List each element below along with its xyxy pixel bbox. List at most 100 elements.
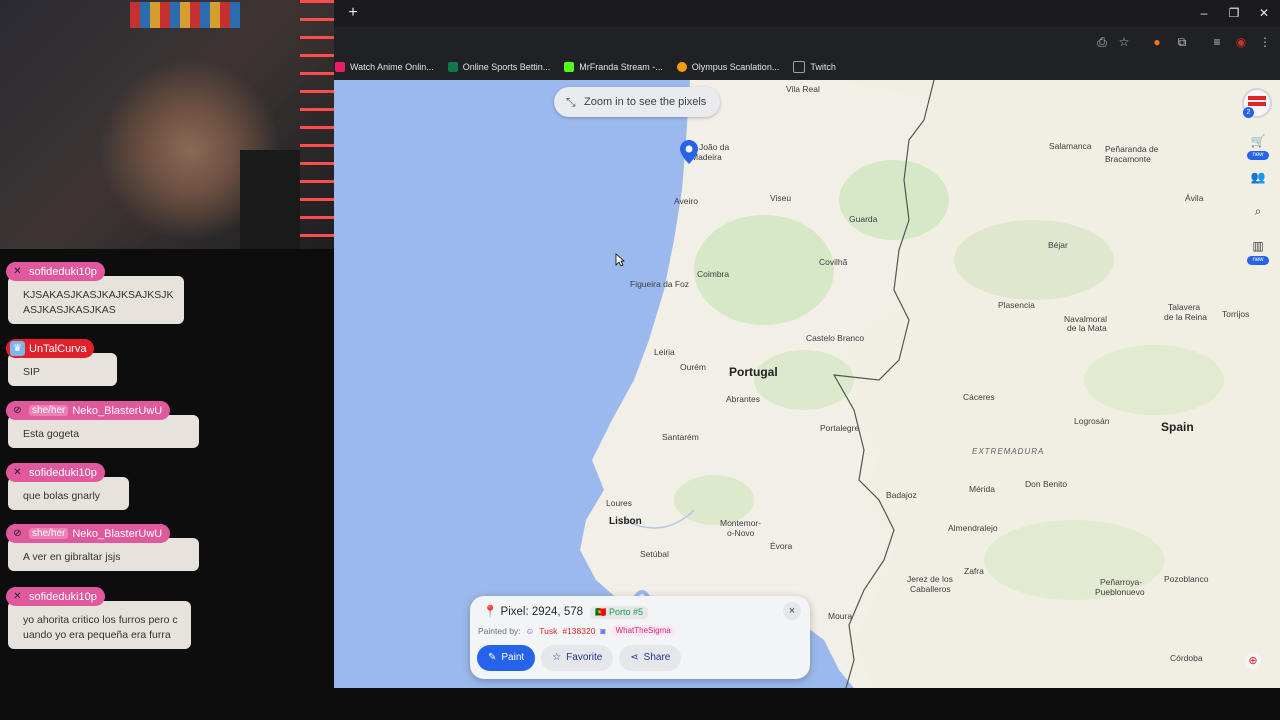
map-label: Salamanca (1049, 141, 1092, 151)
map-label: Logrosán (1074, 416, 1110, 426)
world-map[interactable]: Vila Real João da Madeira Salamanca Peña… (334, 80, 1280, 688)
map-label: Pueblonuevo (1095, 587, 1145, 597)
avatar-flag-stripe (1248, 102, 1266, 106)
discord-icon: ◙ (600, 625, 606, 636)
panel-actions: ✎ Paint ☆ Favorite ⋖ Share (477, 645, 682, 671)
location-pin-icon[interactable] (680, 140, 698, 164)
chat-message: ⊘ she/her Neko_BlasterUwU A ver en gibralt… (6, 523, 199, 571)
favorite-button[interactable]: ☆ Favorite (541, 645, 614, 671)
map-label: Portalegre (820, 423, 860, 433)
map-label: Plasencia (998, 300, 1035, 310)
painter-name[interactable]: Tusk (539, 626, 557, 636)
chat-username: ⊘ she/her Neko_BlasterUwU (6, 401, 171, 420)
new-badge: new (1247, 151, 1269, 160)
region-chip[interactable]: 🇵🇹 Porto #5 (590, 606, 648, 619)
map-label: Peñaranda de (1105, 144, 1159, 154)
avatar-flag-icon (1248, 96, 1266, 100)
zoom-hint-banner: ⤡ Zoom in to see the pixels (554, 87, 721, 117)
crown-badge-icon: ♛ (10, 341, 25, 356)
map-label: de la Mata (1067, 323, 1107, 333)
install-app-icon[interactable]: ⎙ (1094, 34, 1110, 50)
bookmark-favicon-icon (447, 62, 458, 72)
chat-username: ♛ UnTalCurva (6, 339, 95, 358)
map-label: Ávila (1185, 193, 1204, 203)
map-label: Béjar (1048, 240, 1068, 250)
webcam-overlay (0, 0, 334, 249)
pixel-info-panel: 📍 Pixel: 2924, 578 🇵🇹 Porto #5 × Painted… (470, 596, 810, 679)
bookmark-item[interactable]: MrFranda Stream -... (564, 62, 663, 72)
extensions-puzzle-icon[interactable]: ⧉ (1174, 34, 1190, 50)
bookmark-item[interactable]: Olympus Scanlation... (676, 62, 779, 72)
map-label: Torrijos (1222, 309, 1250, 319)
shop-cart-icon[interactable]: 🛒 (1249, 134, 1267, 148)
close-window-button[interactable]: ✕ (1254, 5, 1274, 21)
bookmark-star-icon[interactable]: ☆ (1116, 34, 1132, 50)
map-label: Córdoba (1170, 653, 1203, 663)
map-label: Almendralejo (948, 523, 998, 533)
map-label: Peñarroya- (1100, 577, 1143, 587)
locate-me-icon[interactable]: ⊕ (1245, 653, 1261, 669)
map-label: Viseu (770, 193, 792, 203)
map-label: Ourém (680, 362, 706, 372)
map-label: Santarém (662, 432, 699, 442)
new-badge: new (1247, 256, 1269, 265)
extension-icon[interactable]: ● (1149, 34, 1165, 50)
map-label: Covilhã (819, 257, 848, 267)
chat-message: ♛ UnTalCurva SIP (6, 338, 117, 386)
paint-button[interactable]: ✎ Paint (477, 645, 536, 671)
painter-avatar-icon: ☺ (525, 625, 535, 636)
bookmark-item[interactable]: Watch Anime Onlin... (335, 62, 434, 72)
map-label: Moura (828, 611, 853, 621)
restore-button[interactable]: ❐ (1224, 5, 1244, 21)
bookmark-item[interactable]: Online Sports Bettin... (447, 62, 550, 72)
chat-username: ✕ sofideduki10p (6, 587, 105, 606)
no-eye-badge-icon: ⊘ (13, 405, 22, 416)
map-label: Évora (770, 541, 793, 551)
chat-message: ⊘ she/her Neko_BlasterUwU Esta gogeta (6, 400, 199, 448)
close-panel-button[interactable]: × (783, 602, 801, 620)
map-label: Mérida (969, 484, 995, 494)
search-location-icon[interactable]: ⌕ (1249, 204, 1267, 218)
brush-icon: ✎ (488, 652, 497, 663)
profile-avatar-icon[interactable]: ◉ (1233, 34, 1249, 50)
shelf-collectibles (130, 2, 240, 28)
new-tab-button[interactable]: + (345, 4, 361, 22)
group-users-icon[interactable]: 👥 (1249, 170, 1267, 184)
string-lights (300, 0, 334, 249)
map-city-label: Lisbon (609, 516, 642, 527)
reading-list-icon[interactable]: ≡ (1209, 34, 1225, 50)
share-button[interactable]: ⋖ Share (619, 645, 682, 671)
gaming-chair (240, 150, 300, 249)
alliance-chip[interactable]: WhatTheSigma (610, 625, 676, 636)
map-label: Badajoz (886, 490, 917, 500)
map-country-label: Portugal (729, 365, 778, 379)
zoom-in-icon: ⤡ (566, 95, 576, 109)
chat-message: ✕ sofideduki10p KJSAKASJKASJKAJKSAJKSJKAS… (6, 261, 184, 324)
map-label: Caballeros (910, 584, 951, 594)
bookmark-favicon-icon (564, 62, 575, 72)
map-label: Cáceres (963, 392, 995, 402)
map-label: o-Novo (727, 528, 755, 538)
map-label: Leiria (654, 347, 675, 357)
map-label: Bracamonte (1105, 154, 1151, 164)
browser-menu-icon[interactable]: ⋮ (1257, 34, 1273, 50)
bookmarks-bar: Watch Anime Onlin... Online Sports Betti… (335, 58, 836, 76)
map-label: Figueira da Foz (630, 279, 690, 289)
portugal-flag-icon: 🇵🇹 (595, 607, 607, 617)
bookmark-item[interactable]: Twitch (793, 61, 836, 73)
folder-icon (793, 61, 806, 73)
bookmark-favicon-icon (676, 62, 687, 72)
chat-username: ✕ sofideduki10p (6, 463, 105, 482)
mouse-cursor-icon (615, 253, 625, 267)
map-label: João da (699, 142, 730, 152)
leaderboard-icon[interactable]: ▥ (1249, 239, 1267, 253)
bookmark-favicon-icon (335, 62, 345, 72)
map-label: Guarda (849, 214, 878, 224)
minimize-button[interactable]: – (1194, 5, 1214, 21)
share-icon: ⋖ (630, 652, 639, 663)
map-label: Coimbra (697, 269, 730, 279)
notification-count-badge: 2 (1243, 107, 1254, 118)
taskbar-strip (0, 688, 1280, 720)
map-country-label: Spain (1161, 420, 1194, 434)
map-label: Jerez de los (907, 574, 953, 584)
